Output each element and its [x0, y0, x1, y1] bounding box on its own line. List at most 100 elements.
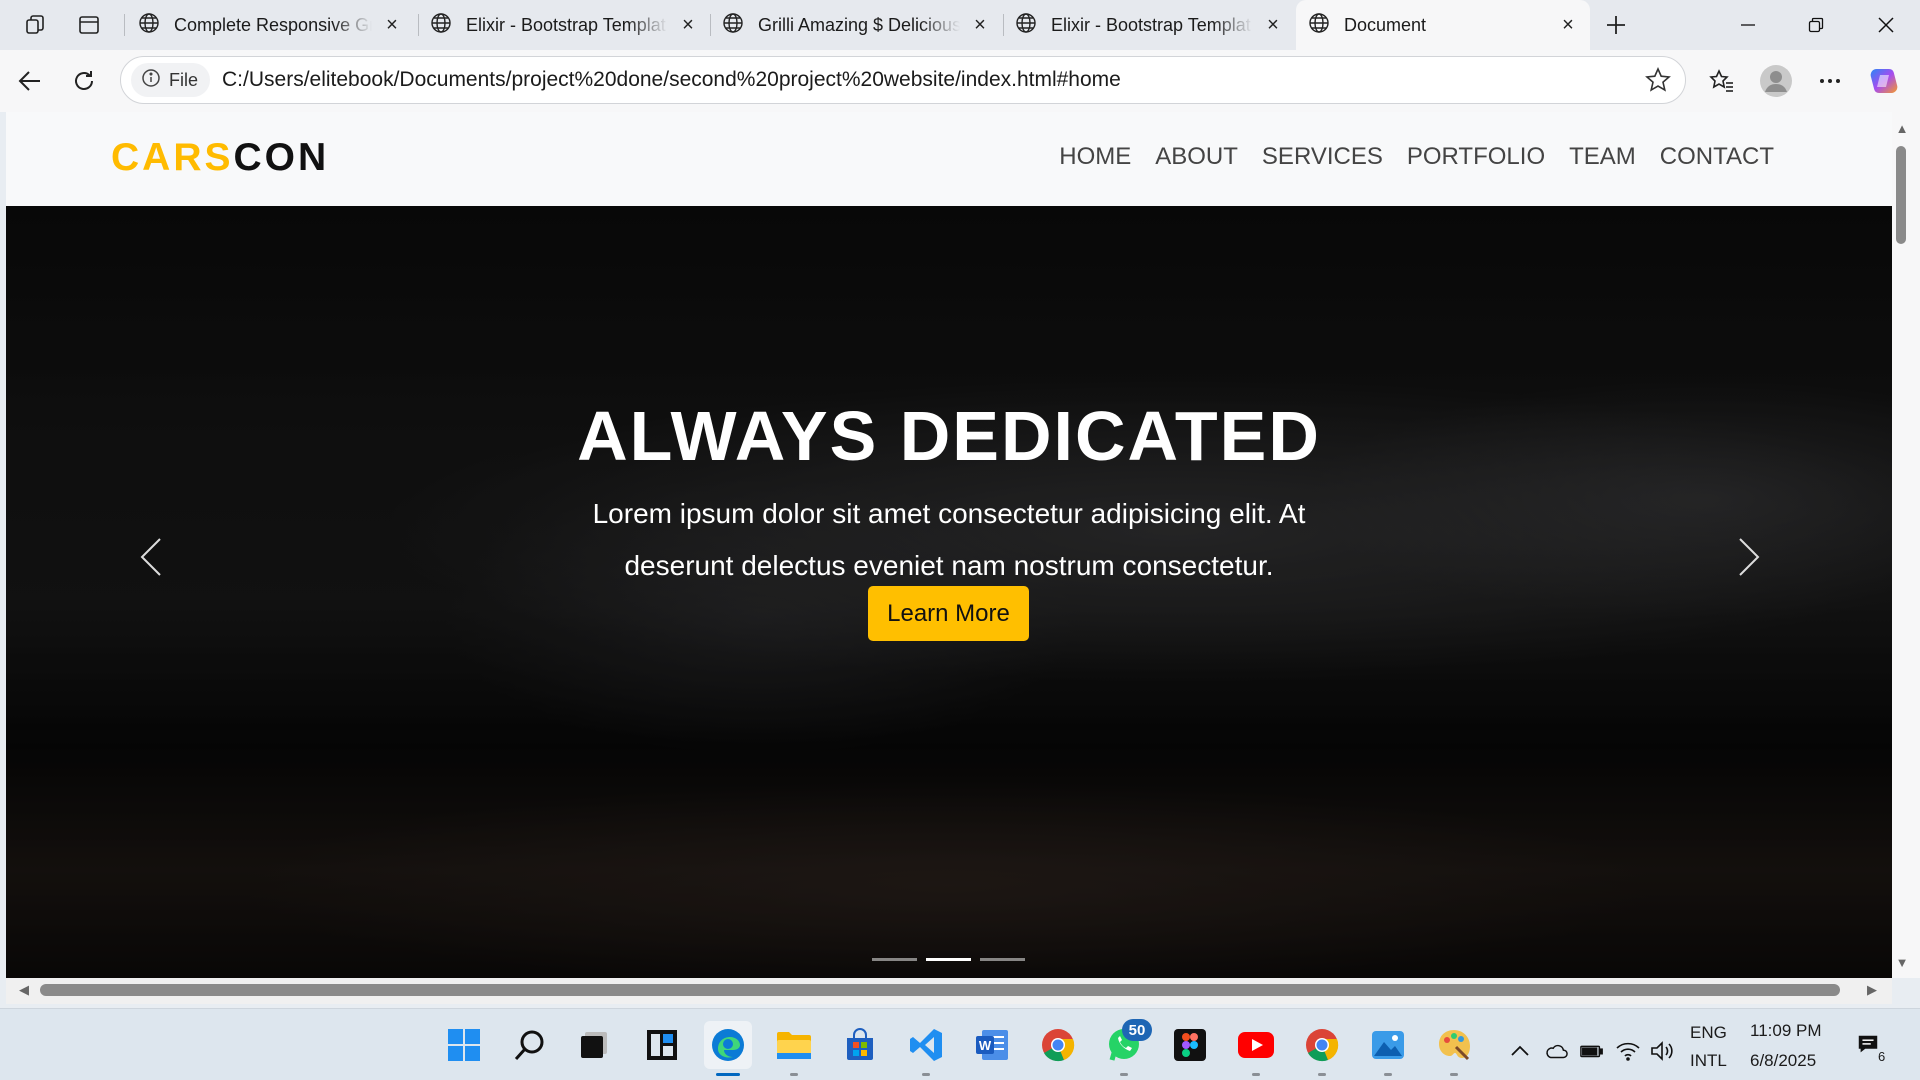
scroll-down-arrow-icon[interactable]: ▼ — [1894, 954, 1910, 970]
nav-services[interactable]: SERVICES — [1262, 143, 1383, 171]
onedrive-cloud-icon[interactable] — [1544, 1039, 1568, 1063]
open-app-indicator — [790, 1073, 798, 1076]
browser-tab-strip: Complete Responsive Gro × Elixir - Boots… — [0, 0, 1920, 50]
browser-tab[interactable]: Complete Responsive Gro × — [126, 0, 414, 50]
copilot-icon[interactable] — [1866, 63, 1902, 99]
svg-text:W: W — [979, 1038, 992, 1053]
carousel-indicator[interactable] — [872, 958, 917, 961]
tab-title: Elixir - Bootstrap Templat — [1051, 14, 1251, 35]
chrome-icon[interactable] — [1034, 1021, 1082, 1069]
open-app-indicator — [1120, 1073, 1128, 1076]
site-logo[interactable]: CARSCON — [111, 136, 329, 180]
refresh-icon[interactable] — [66, 63, 102, 99]
globe-icon — [722, 12, 744, 39]
logo-part2: CON — [233, 136, 330, 179]
carousel-indicator[interactable] — [980, 958, 1025, 961]
nav-about[interactable]: ABOUT — [1155, 143, 1238, 171]
minimize-icon[interactable] — [1714, 0, 1782, 50]
windows-taskbar: W 50 ENG INTL 11:09 PM 6/8/2025 6 — [0, 1008, 1920, 1080]
edge-browser-icon[interactable] — [704, 1021, 752, 1069]
scroll-left-arrow-icon[interactable]: ◀ — [16, 982, 32, 998]
tab-title: Grilli Amazing $ Delicious — [758, 14, 960, 35]
chrome-icon[interactable] — [1298, 1021, 1346, 1069]
globe-icon — [430, 12, 452, 39]
clock-date[interactable]: 6/8/2025 — [1750, 1051, 1816, 1071]
open-app-indicator — [1252, 1073, 1260, 1076]
nav-team[interactable]: TEAM — [1569, 143, 1636, 171]
carousel-prev-icon[interactable] — [131, 532, 171, 582]
horizontal-scroll-thumb[interactable] — [40, 984, 1840, 996]
clock-time[interactable]: 11:09 PM — [1750, 1021, 1822, 1041]
tab-title: Complete Responsive Gro — [174, 14, 372, 35]
profile-avatar-icon[interactable] — [1758, 63, 1794, 99]
youtube-icon[interactable] — [1232, 1021, 1280, 1069]
volume-icon[interactable] — [1650, 1039, 1674, 1063]
new-tab-icon[interactable] — [1598, 7, 1634, 43]
globe-icon — [138, 12, 160, 39]
browser-tab-active[interactable]: Document × — [1296, 0, 1590, 50]
hero-carousel: ALWAYS DEDICATED Lorem ipsum dolor sit a… — [6, 206, 1892, 978]
workspaces-icon[interactable] — [18, 7, 54, 43]
close-tab-icon[interactable]: × — [382, 14, 402, 36]
favorite-star-icon[interactable] — [1645, 67, 1671, 98]
carousel-next-icon[interactable] — [1729, 532, 1769, 582]
close-tab-icon[interactable]: × — [678, 14, 698, 36]
close-window-icon[interactable] — [1852, 0, 1920, 50]
hero-description: Lorem ipsum dolor sit amet consectetur a… — [592, 498, 1306, 581]
microsoft-store-icon[interactable] — [836, 1021, 884, 1069]
browser-tab[interactable]: Elixir - Bootstrap Templat × — [418, 0, 710, 50]
open-app-indicator — [922, 1073, 930, 1076]
close-tab-icon[interactable]: × — [1263, 14, 1283, 36]
file-explorer-icon[interactable] — [770, 1021, 818, 1069]
tab-title: Elixir - Bootstrap Templat — [466, 14, 666, 35]
info-icon — [141, 68, 161, 93]
hero-title: ALWAYS DEDICATED — [577, 397, 1321, 475]
carousel-indicators — [872, 958, 1025, 961]
figma-icon[interactable] — [1166, 1021, 1214, 1069]
tab-title: Document — [1344, 14, 1427, 35]
favorites-icon[interactable] — [1704, 63, 1740, 99]
browser-tab[interactable]: Elixir - Bootstrap Templat × — [1003, 0, 1295, 50]
nav-contact[interactable]: CONTACT — [1660, 143, 1774, 171]
address-bar[interactable]: File C:/Users/elitebook/Documents/projec… — [120, 56, 1686, 104]
carousel-indicator-active[interactable] — [926, 958, 971, 961]
back-arrow-icon[interactable] — [12, 63, 48, 99]
widgets-icon[interactable] — [638, 1021, 686, 1069]
page-viewport: CARSCON HOME ABOUT SERVICES PORTFOLIO TE… — [6, 112, 1892, 978]
logo-part1: CARS — [111, 136, 234, 179]
more-options-icon[interactable] — [1812, 63, 1848, 99]
site-navbar: CARSCON HOME ABOUT SERVICES PORTFOLIO TE… — [6, 112, 1892, 206]
url-text[interactable]: C:/Users/elitebook/Documents/project%20d… — [222, 68, 1121, 92]
restore-icon[interactable] — [1782, 0, 1850, 50]
task-view-icon[interactable] — [570, 1021, 618, 1069]
wifi-icon[interactable] — [1616, 1039, 1640, 1063]
site-info-button[interactable]: File — [131, 63, 211, 97]
nav-home[interactable]: HOME — [1059, 143, 1131, 171]
windows-start-icon[interactable] — [440, 1021, 488, 1069]
learn-more-button[interactable]: Learn More — [868, 586, 1029, 641]
paint-icon[interactable] — [1430, 1021, 1478, 1069]
search-icon[interactable] — [506, 1021, 554, 1069]
vertical-scroll-thumb[interactable] — [1896, 146, 1906, 244]
vscode-icon[interactable] — [902, 1021, 950, 1069]
main-nav: HOME ABOUT SERVICES PORTFOLIO TEAM CONTA… — [1035, 143, 1774, 171]
word-icon[interactable]: W — [968, 1021, 1016, 1069]
nav-portfolio[interactable]: PORTFOLIO — [1407, 143, 1545, 171]
scroll-right-arrow-icon[interactable]: ▶ — [1864, 982, 1880, 998]
tab-actions-icon[interactable] — [71, 7, 107, 43]
close-tab-icon[interactable]: × — [970, 14, 990, 36]
browser-tab[interactable]: Grilli Amazing $ Delicious × — [710, 0, 1002, 50]
show-hidden-icons-chevron-icon[interactable] — [1508, 1039, 1532, 1063]
close-tab-icon[interactable]: × — [1558, 14, 1578, 36]
scroll-up-arrow-icon[interactable]: ▲ — [1894, 120, 1910, 136]
globe-icon — [1308, 12, 1330, 39]
active-app-indicator — [716, 1073, 740, 1076]
photos-icon[interactable] — [1364, 1021, 1412, 1069]
browser-toolbar: File C:/Users/elitebook/Documents/projec… — [0, 50, 1920, 112]
keyboard-layout[interactable]: INTL — [1690, 1051, 1727, 1071]
open-app-indicator — [1318, 1073, 1326, 1076]
open-app-indicator — [1450, 1073, 1458, 1076]
language-indicator[interactable]: ENG — [1690, 1023, 1727, 1043]
open-app-indicator — [1384, 1073, 1392, 1076]
battery-icon[interactable] — [1580, 1039, 1604, 1063]
